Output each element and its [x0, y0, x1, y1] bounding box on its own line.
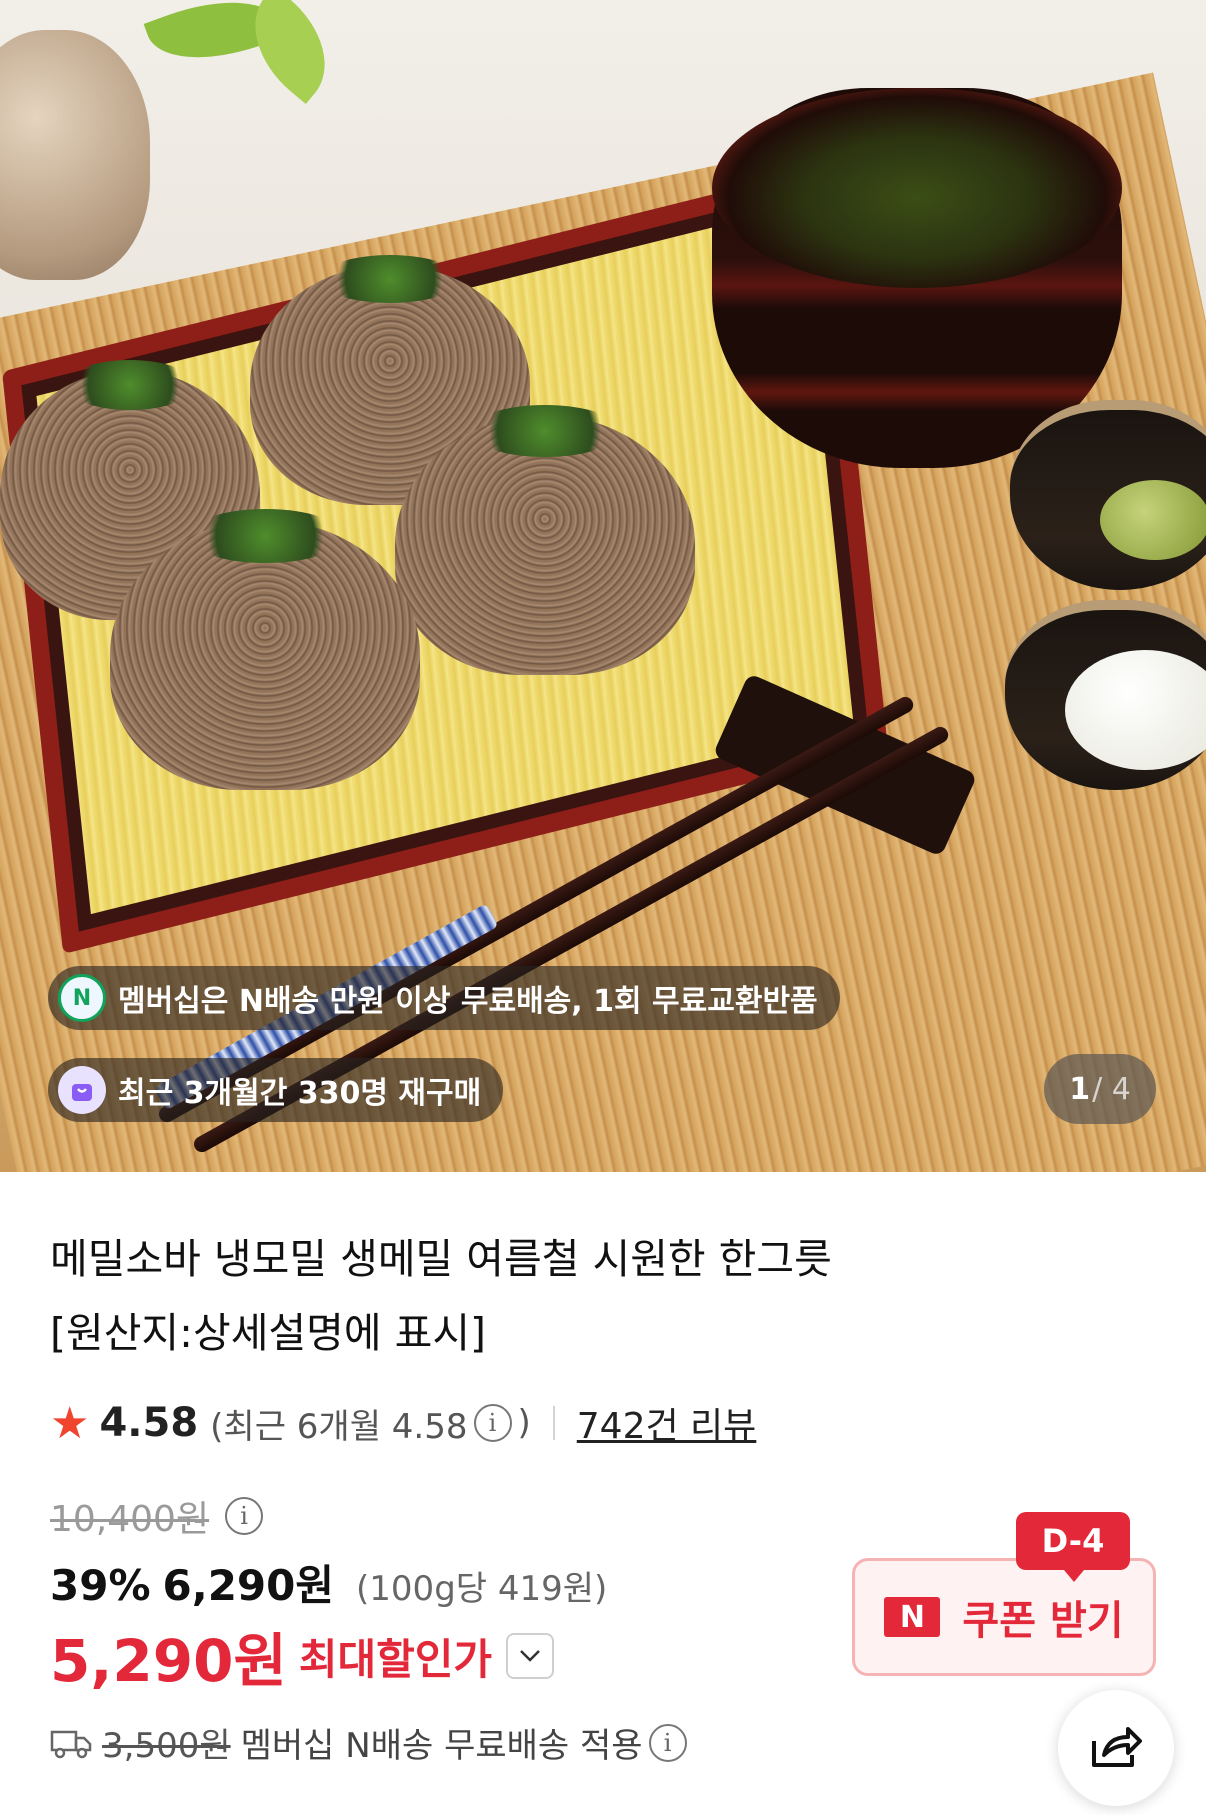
image-counter-current: 1 [1069, 1071, 1091, 1107]
discount-rate: 39% [50, 1561, 151, 1610]
n-delivery-icon: N [58, 974, 106, 1022]
n-coupon-icon: N [884, 1597, 941, 1637]
divider [552, 1406, 555, 1440]
product-title-line1: 메밀소바 냉모밀 생메밀 여름철 시원한 한그릇 [50, 1235, 832, 1283]
membership-shipping-text: 멤버십은 N배송 만원 이상 무료배송, 1회 무료교환반품 [118, 984, 818, 1019]
soba-noodle [110, 509, 420, 790]
max-discount-row: 5,290원 최대할인가 [50, 1614, 555, 1698]
star-icon: ★ [50, 1397, 90, 1449]
coupon-label: 쿠폰 받기 [962, 1598, 1124, 1644]
max-discount-price: 5,290원 [50, 1627, 287, 1695]
shipping-row: 3,500원 멤버십 N배송 무료배송 적용 i [50, 1718, 693, 1767]
recent-rating-text: (최근 6개월 4.58 [210, 1406, 468, 1447]
dday-badge: D-4 [1016, 1512, 1130, 1582]
sale-price: 6,290원 [162, 1561, 335, 1610]
max-discount-label: 최대할인가 [298, 1634, 493, 1684]
recent-rating-close: ) [517, 1403, 531, 1443]
info-icon[interactable]: i [648, 1723, 687, 1762]
vase-image [0, 30, 150, 280]
coupon-button[interactable]: N 쿠폰 받기 [852, 1558, 1156, 1676]
image-counter-total: / 4 [1092, 1071, 1131, 1107]
membership-shipping-badge: N 멤버십은 N배송 만원 이상 무료배송, 1회 무료교환반품 [48, 966, 840, 1030]
image-counter: 1 / 4 [1044, 1054, 1156, 1124]
original-shipping-fee: 3,500원 [102, 1726, 231, 1766]
product-image[interactable]: N 멤버십은 N배송 만원 이상 무료배송, 1회 무료교환반품 최근 3개월간… [0, 0, 1206, 1172]
repurchase-text: 최근 3개월간 330명 재구매 [118, 1076, 482, 1111]
repurchase-badge: 최근 3개월간 330명 재구매 [48, 1058, 504, 1122]
truck-icon [50, 1727, 92, 1759]
soba-noodle [395, 404, 695, 675]
info-icon[interactable]: i [225, 1497, 264, 1535]
shopping-bag-icon [58, 1066, 106, 1114]
product-title-line2: [원산지:상세설명에 표시] [50, 1309, 487, 1357]
sale-price-row: 39% 6,290원 (100g당 419원) [50, 1552, 607, 1613]
shipping-text: 멤버십 N배송 무료배송 적용 [240, 1726, 643, 1766]
original-price: 10,400원 [50, 1499, 210, 1540]
original-price-row: 10,400원 i [50, 1490, 269, 1542]
rating-score: 4.58 [99, 1400, 199, 1446]
chevron-down-icon[interactable] [506, 1633, 555, 1679]
share-button[interactable] [1058, 1690, 1174, 1806]
share-icon [1088, 1721, 1144, 1775]
unit-price: (100g당 419원) [356, 1569, 608, 1609]
product-title: 메밀소바 냉모밀 생메밀 여름철 시원한 한그릇 [원산지:상세설명에 표시] [50, 1222, 1150, 1370]
review-count-link[interactable]: 742건 리뷰 [577, 1397, 757, 1449]
info-icon[interactable]: i [473, 1404, 512, 1442]
rating-row: ★ 4.58 (최근 6개월 4.58 i ) 742건 리뷰 [50, 1397, 757, 1449]
